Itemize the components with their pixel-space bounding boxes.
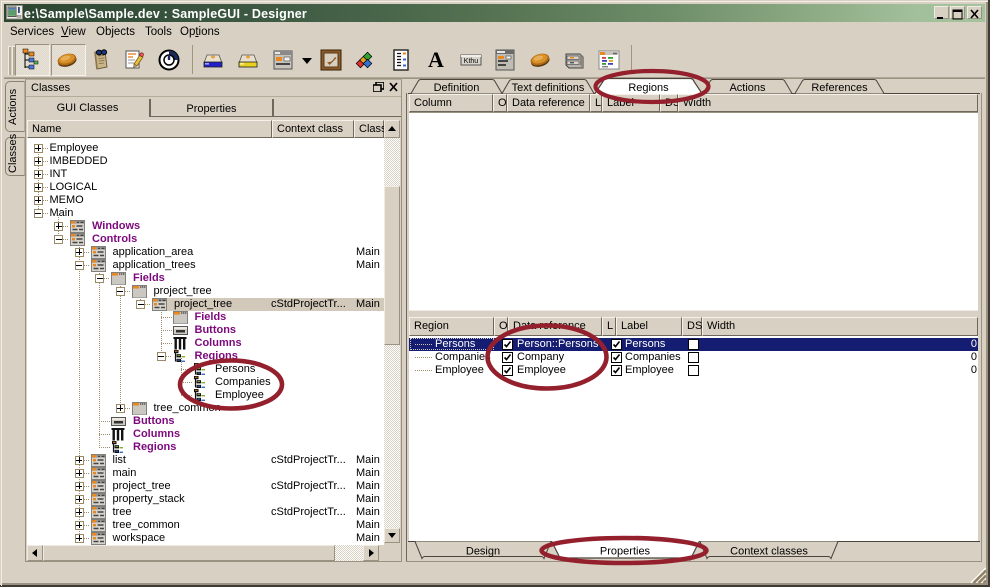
- svg-text:Regions: Regions: [628, 82, 669, 94]
- svg-text:Definition: Definition: [434, 82, 480, 94]
- svg-text:Properties: Properties: [600, 546, 651, 558]
- svg-text:Actions: Actions: [729, 82, 766, 94]
- svg-text:Design: Design: [466, 546, 500, 558]
- svg-text:Context classes: Context classes: [730, 546, 808, 558]
- svg-text:Text definitions: Text definitions: [512, 82, 585, 94]
- svg-text:References: References: [811, 82, 868, 94]
